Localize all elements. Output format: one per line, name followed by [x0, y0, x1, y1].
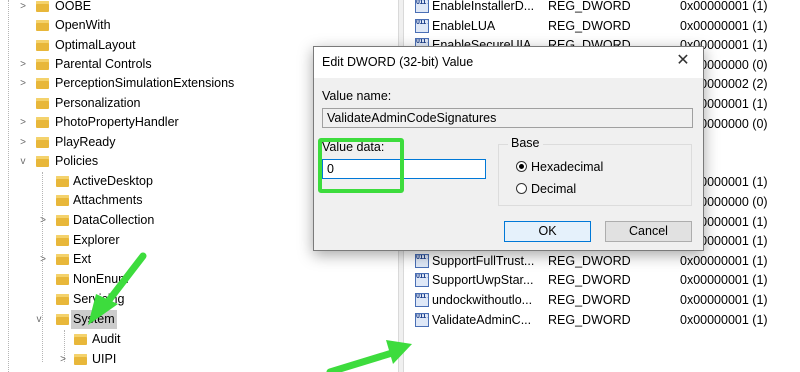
- value-data-cell: 0x00000001 (1): [680, 312, 768, 327]
- tree-item-label: ActiveDesktop: [73, 174, 153, 188]
- tree-item-label: PlayReady: [55, 135, 116, 149]
- value-data-cell: 0x00000001 (1): [680, 18, 768, 33]
- value-data-cell: 0x00000001 (1): [680, 293, 768, 307]
- value-name-cell: SupportFullTrust...: [432, 253, 535, 268]
- folder-open-icon: [56, 314, 69, 325]
- value-name-label: Value name:: [322, 89, 392, 103]
- tree-item-label: Servicing: [73, 292, 125, 306]
- tree-item-label: Explorer: [73, 233, 120, 247]
- radio-label: Decimal: [531, 182, 577, 196]
- folder-icon: [56, 254, 69, 265]
- tree-item-label: UIPI: [92, 352, 117, 366]
- reg-dword-icon: 011 110: [415, 0, 429, 13]
- expand-chevron-icon[interactable]: >: [18, 74, 28, 93]
- value-type-cell: REG_DWORD: [548, 18, 631, 33]
- value-name-cell: SupportUwpStar...: [432, 273, 534, 288]
- expand-chevron-icon[interactable]: >: [18, 0, 28, 16]
- expand-chevron-icon[interactable]: >: [58, 350, 68, 369]
- folder-icon: [56, 215, 69, 226]
- folder-icon: [36, 137, 49, 148]
- tree-item-label: PhotoPropertyHandler: [55, 115, 179, 129]
- value-data-cell: 0x00000001 (1): [680, 0, 768, 13]
- radio-selected-icon: [516, 161, 527, 172]
- value-type-cell: REG_DWORD: [548, 0, 631, 13]
- tree-item-label: Parental Controls: [55, 57, 152, 71]
- folder-icon: [74, 334, 87, 345]
- value-data-highlight-box: [318, 138, 404, 193]
- reg-dword-icon: 011 110: [415, 273, 429, 288]
- value-name-cell: undockwithoutlo...: [432, 293, 533, 307]
- folder-icon: [56, 176, 69, 187]
- reg-dword-icon: 011 110: [415, 18, 429, 33]
- folder-icon: [36, 78, 49, 89]
- tree-item-label: System: [71, 310, 117, 329]
- tree-item-label: Personalization: [55, 96, 141, 110]
- value-row[interactable]: 011 110undockwithoutlo... REG_DWORD 0x0000…: [404, 290, 800, 310]
- expand-chevron-icon[interactable]: >: [18, 55, 28, 74]
- folder-icon: [36, 117, 49, 128]
- folder-icon: [56, 274, 69, 285]
- radio-unselected-icon: [516, 183, 527, 194]
- tree-item-label: Ext: [73, 252, 92, 266]
- value-row[interactable]: 011 110SupportUwpStar... REG_DWORD 0x00000…: [404, 270, 800, 290]
- ok-button[interactable]: OK: [504, 221, 591, 242]
- base-groupbox: [498, 144, 692, 206]
- close-icon[interactable]: ✕: [671, 50, 695, 72]
- folder-icon: [56, 235, 69, 246]
- value-name-field: ValidateAdminCodeSignatures: [322, 108, 693, 128]
- value-row[interactable]: 011 110SupportFullTrust... REG_DWORD 0x000…: [404, 251, 800, 271]
- value-type-cell: REG_DWORD: [548, 273, 631, 288]
- cancel-button[interactable]: Cancel: [605, 221, 692, 242]
- value-data-cell: 0x00000001 (1): [680, 253, 768, 268]
- expand-chevron-icon[interactable]: >: [38, 211, 48, 230]
- value-row[interactable]: 011 110ValidateAdminC... REG_DWORD 0x00000…: [404, 310, 800, 330]
- value-name-cell: EnableInstallerD...: [432, 0, 535, 13]
- folder-icon: [74, 354, 87, 365]
- radio-label: Hexadecimal: [531, 160, 604, 174]
- value-name-cell: ValidateAdminC...: [432, 312, 532, 327]
- value-row[interactable]: 011 110EnableInstallerD... REG_DWORD 0x000…: [404, 0, 800, 16]
- tree-item-label: OpenWith: [55, 18, 111, 32]
- expand-chevron-icon[interactable]: >: [18, 133, 28, 152]
- reg-dword-icon: 011 110: [415, 312, 429, 327]
- folder-icon: [56, 294, 69, 305]
- expand-chevron-icon[interactable]: >: [38, 250, 48, 269]
- collapse-chevron-icon[interactable]: v: [18, 152, 28, 171]
- folder-icon: [36, 98, 49, 109]
- value-data-cell: 0x00000001 (1): [680, 273, 768, 288]
- reg-dword-icon: 011 110: [415, 253, 429, 268]
- folder-icon: [36, 1, 49, 12]
- tree-item-label: DataCollection: [73, 213, 155, 227]
- dialog-title: Edit DWORD (32-bit) Value: [322, 55, 474, 69]
- tree-item-label: OOBE: [55, 0, 92, 13]
- reg-dword-icon: 011 110: [415, 293, 429, 307]
- value-type-cell: REG_DWORD: [548, 253, 631, 268]
- tree-item-label: PerceptionSimulationExtensions: [55, 76, 235, 90]
- base-label: Base: [508, 136, 543, 150]
- value-type-cell: REG_DWORD: [548, 312, 631, 327]
- collapse-chevron-icon[interactable]: v: [34, 310, 44, 329]
- folder-open-icon: [36, 156, 49, 167]
- tree-item-label: Audit: [92, 332, 121, 346]
- tree-item-label: OptimalLayout: [55, 38, 136, 52]
- value-row[interactable]: 011 110EnableLUA REG_DWORD 0x00000001 (1): [404, 16, 800, 36]
- tree-item-label: NonEnum: [73, 272, 129, 286]
- value-type-cell: REG_DWORD: [548, 293, 631, 307]
- tree-guide-line: [8, 0, 9, 372]
- folder-icon: [36, 40, 49, 51]
- value-name-cell: EnableLUA: [432, 18, 496, 33]
- folder-icon: [36, 59, 49, 70]
- expand-chevron-icon[interactable]: >: [18, 113, 28, 132]
- tree-item-label: Attachments: [73, 193, 143, 207]
- folder-icon: [56, 195, 69, 206]
- tree-item-label: Policies: [55, 154, 99, 168]
- folder-icon: [36, 20, 49, 31]
